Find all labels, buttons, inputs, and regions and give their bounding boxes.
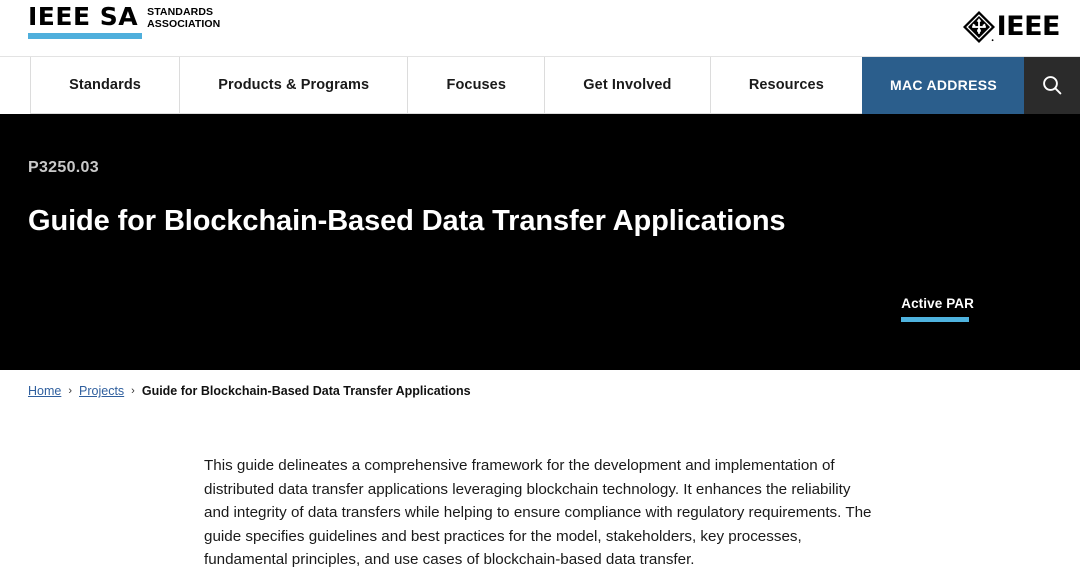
nav-item-mac-address[interactable]: MAC ADDRESS	[862, 57, 1025, 114]
search-button[interactable]	[1024, 57, 1080, 114]
project-designation: P3250.03	[28, 159, 99, 176]
status-badge-underline	[901, 317, 970, 322]
nav-item-standards[interactable]: Standards	[30, 57, 180, 114]
ieee-master-brand-logo[interactable]: IEEE	[962, 10, 1061, 44]
nav-left-spacer	[0, 57, 30, 114]
page-title: Guide for Blockchain-Based Data Transfer…	[28, 205, 786, 237]
breadcrumb-separator-1: ›	[68, 385, 73, 397]
ieee-diamond-icon	[962, 10, 996, 44]
status-badge: Active PAR	[901, 296, 974, 322]
ieee-wordmark: IEEE	[996, 11, 1061, 42]
breadcrumb-separator-2: ›	[131, 385, 135, 397]
nav-item-focuses[interactable]: Focuses	[407, 57, 545, 114]
nav-item-get-involved[interactable]: Get Involved	[544, 57, 710, 114]
breadcrumb: Home › Projects › Guide for Blockchain-B…	[0, 370, 1080, 398]
status-badge-label: Active PAR	[901, 296, 974, 311]
main-navigation: Standards Products & Programs Focuses Ge…	[0, 56, 1080, 114]
site-header: IEEE SA STANDARDS ASSOCIATION IEEE	[0, 0, 1080, 56]
ieee-sa-wordmark: IEEE SA	[28, 2, 139, 31]
search-icon	[1041, 74, 1063, 96]
standards-association-label: STANDARDS ASSOCIATION	[147, 6, 221, 30]
nav-item-resources[interactable]: Resources	[709, 57, 863, 114]
breadcrumb-item-home[interactable]: Home	[28, 384, 61, 398]
nav-item-products-programs[interactable]: Products & Programs	[179, 57, 408, 114]
logo-sub-line1: STANDARDS	[147, 6, 214, 18]
breadcrumb-item-current: Guide for Blockchain-Based Data Transfer…	[141, 384, 471, 398]
logo-accent-bar	[28, 33, 142, 39]
logo-sub-line2: ASSOCIATION	[147, 17, 221, 30]
ieee-sa-logo[interactable]: IEEE SA STANDARDS ASSOCIATION	[28, 4, 220, 30]
main-content: This guide delineates a comprehensive fr…	[0, 398, 1080, 572]
breadcrumb-item-projects[interactable]: Projects	[79, 384, 124, 398]
project-description: This guide delineates a comprehensive fr…	[204, 457, 872, 568]
hero-banner: P3250.03 Guide for Blockchain-Based Data…	[0, 114, 1080, 370]
